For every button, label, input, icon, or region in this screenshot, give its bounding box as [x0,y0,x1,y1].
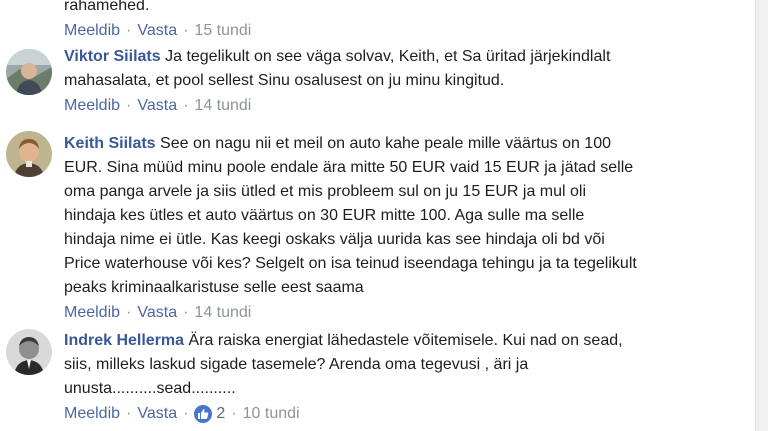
timestamp[interactable]: 14 tundi [194,96,251,116]
comment-line: Ja tegelikult on see väga solvav, Keith,… [165,48,611,65]
reaction-count[interactable]: 2 [194,404,225,424]
comment-line: unusta..........sead.......... [64,380,236,397]
comment-thread: rahamehed. Meeldib · Vasta · 15 tundi Vi… [0,0,768,431]
comment-line: siis, milleks laskud sigade tasemele? Ar… [64,356,529,373]
comment-line: hindaja nime ei ütle. Kas keegi oskaks v… [64,231,605,248]
reply-link[interactable]: Vasta [137,404,177,424]
comment-line: hindaja kes ütles et auto väärtus on 30 … [64,207,585,224]
separator: · [183,405,189,422]
comment-line: oma panga arvele ja siis ütled et mis pr… [64,183,587,200]
separator: · [183,304,189,321]
avatar-image [6,49,52,95]
comment-actions: Meeldib · Vasta · 14 tundi [64,303,704,323]
comment-author[interactable]: Viktor Siilats [64,48,161,65]
avatar[interactable] [6,131,52,177]
separator: · [183,22,189,39]
comment-text: Viktor Siilats Ja tegelikult on see väga… [64,45,704,93]
reply-link[interactable]: Vasta [137,303,177,323]
timestamp[interactable]: 15 tundi [194,21,251,41]
separator: · [126,97,132,114]
reply-link[interactable]: Vasta [137,96,177,116]
comment-text: Indrek Hellerma Ära raiska energiat lähe… [64,329,704,401]
avatar[interactable] [6,49,52,95]
timestamp[interactable]: 14 tundi [194,303,251,323]
comment-line: mahasalata, et pool sellest Sinu osaluse… [64,72,505,89]
comment-line: rahamehed. [64,0,150,14]
reaction-number: 2 [216,405,226,422]
timestamp[interactable]: 10 tundi [243,404,300,424]
like-link[interactable]: Meeldib [64,96,120,116]
comment-text: rahamehed. [64,0,704,18]
thumbs-up-icon [194,405,213,423]
separator: · [126,22,132,39]
like-link[interactable]: Meeldib [64,303,120,323]
comment-line: Ära raiska energiat lähedastele võitemis… [188,332,623,349]
avatar-image [6,131,52,177]
like-link[interactable]: Meeldib [64,404,120,424]
separator: · [183,97,189,114]
reply-link[interactable]: Vasta [137,21,177,41]
scrollbar[interactable] [755,0,768,431]
avatar[interactable] [6,329,52,375]
comment-author[interactable]: Keith Siilats [64,135,156,152]
comment-line: EUR. Sina müüd minu poole endale ära mit… [64,159,634,176]
separator: · [126,304,132,321]
comment-line: Price waterhouse või kes? Selgelt on isa… [64,255,637,272]
separator: · [231,405,237,422]
comment-line: See on nagu nii et meil on auto kahe pea… [160,135,611,152]
avatar-image [6,329,52,375]
comment-actions: Meeldib · Vasta · 2 · 10 tundi [64,404,704,424]
separator: · [126,405,132,422]
comment-author[interactable]: Indrek Hellerma [64,332,184,349]
like-link[interactable]: Meeldib [64,21,120,41]
comment-text: Keith Siilats See on nagu nii et meil on… [64,132,704,300]
comment-actions: Meeldib · Vasta · 14 tundi [64,96,704,116]
comment-line: peaks kriminaalkaristuse selle eest saam… [64,279,364,296]
comment-actions: Meeldib · Vasta · 15 tundi [64,21,704,41]
